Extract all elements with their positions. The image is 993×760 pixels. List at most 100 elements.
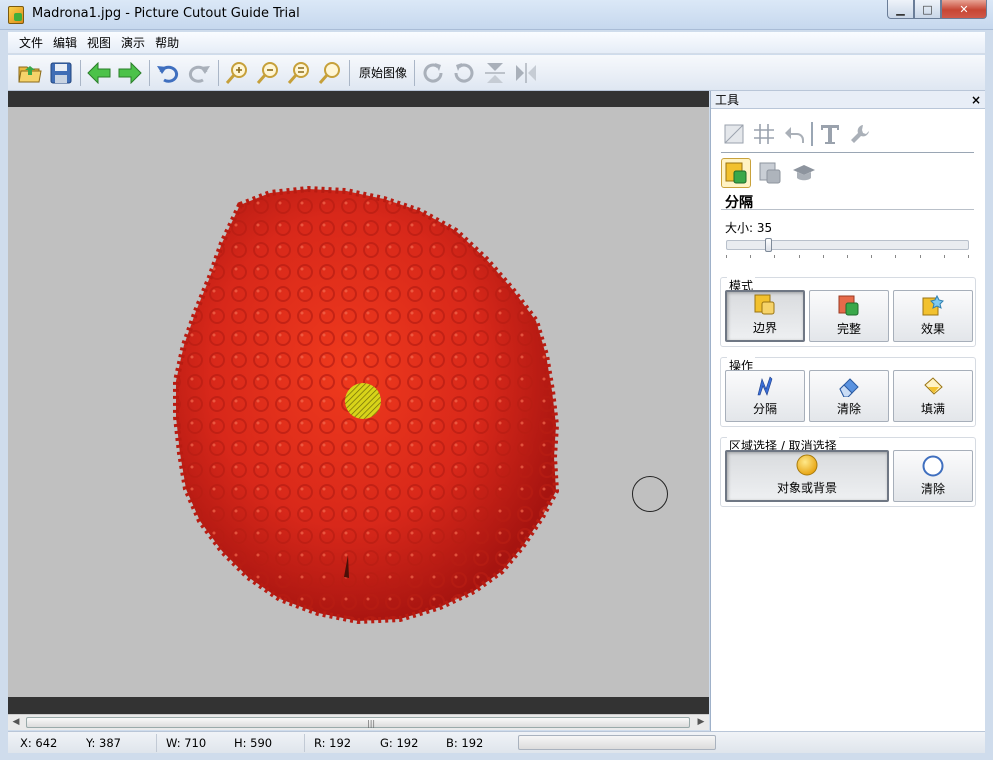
zoom-out-button[interactable] [254, 59, 282, 87]
open-folder-icon [18, 65, 42, 82]
status-x: X: 642 [20, 736, 58, 750]
clear-op-button[interactable]: 清除 [809, 370, 889, 422]
object-or-background-label: 对象或背景 [776, 481, 837, 495]
brush-mark [345, 383, 381, 419]
original-image-button[interactable]: 原始图像 [354, 64, 412, 81]
layers-icon [759, 162, 781, 184]
grid-tool[interactable] [751, 121, 777, 147]
maximize-button[interactable]: □ [914, 0, 941, 19]
rotate-right-button[interactable] [419, 59, 447, 87]
zoom-fit-button[interactable] [285, 59, 313, 87]
crop-tool[interactable] [721, 121, 747, 147]
brush-size-label: 大小: 35 [725, 221, 773, 235]
yellow-circle-icon [796, 454, 818, 476]
tools-panel: 工具 × 分隔 大小: 35 模式 边界 完整 效果 操作 分隔 清除 填满 区… [710, 91, 985, 731]
wrench-tool[interactable] [847, 121, 873, 147]
zoom-fit-icon [287, 61, 309, 84]
complete-button-label: 完整 [836, 322, 861, 336]
image-canvas[interactable] [8, 107, 709, 697]
section-divider [721, 209, 974, 210]
complete-button[interactable]: 完整 [809, 290, 889, 342]
graduation-cap-icon [793, 165, 815, 181]
close-button[interactable]: ✕ [941, 0, 987, 19]
grid-icon [754, 124, 774, 144]
text-tool[interactable] [817, 121, 843, 147]
panel-separator [811, 122, 813, 146]
border-icon [754, 294, 776, 316]
slider-thumb[interactable] [765, 238, 772, 252]
mode-group: 模式 边界 完整 效果 [720, 277, 976, 347]
object-or-background-button[interactable]: 对象或背景 [725, 450, 889, 502]
undo-arrow-icon [785, 127, 804, 143]
zoom-in-button[interactable] [223, 59, 251, 87]
zoom-actual-icon [318, 61, 340, 84]
window-title: Madrona1.jpg - Picture Cutout Guide Tria… [32, 6, 300, 21]
menu-edit[interactable]: 编辑 [48, 34, 82, 51]
clear-selection-button[interactable]: 清除 [893, 450, 973, 502]
horizontal-scrollbar[interactable]: ◀ ||| ▶ [8, 714, 709, 730]
canvas-frame [8, 91, 709, 714]
app-icon [8, 6, 24, 24]
grip-icon: ||| [367, 719, 376, 728]
progress-bar [518, 735, 716, 750]
fill-button[interactable]: 填满 [893, 370, 973, 422]
title-bar: Madrona1.jpg - Picture Cutout Guide Tria… [0, 0, 993, 30]
clear-selection-label: 清除 [920, 482, 945, 496]
minimize-button[interactable]: ▁ [887, 0, 914, 19]
menu-help[interactable]: 帮助 [150, 34, 184, 51]
border-button[interactable]: 边界 [725, 290, 805, 342]
scroll-right-icon[interactable]: ▶ [695, 717, 707, 729]
scroll-thumb[interactable]: ||| [26, 717, 690, 728]
panel-header: 工具 × [711, 91, 985, 109]
effect-button[interactable]: 效果 [893, 290, 973, 342]
separate-mode-tool[interactable] [721, 158, 751, 188]
status-separator [304, 734, 305, 752]
effect-icon [922, 295, 944, 317]
status-separator [156, 734, 157, 752]
clear-op-button-label: 清除 [836, 402, 861, 416]
panel-close-button[interactable]: × [971, 93, 981, 107]
panel-divider [721, 152, 974, 153]
flip-vertical-button[interactable] [481, 59, 509, 87]
wrench-icon [851, 125, 869, 143]
undo-icon [157, 65, 179, 83]
eraser-icon [838, 375, 860, 397]
status-bar: X: 642 Y: 387 W: 710 H: 590 R: 192 G: 19… [8, 731, 985, 753]
toolbar: 原始图像 [8, 55, 985, 91]
operation-group: 操作 分隔 清除 填满 [720, 357, 976, 427]
forward-button[interactable] [116, 59, 144, 87]
separate-button[interactable]: 分隔 [725, 370, 805, 422]
menu-view[interactable]: 视图 [82, 34, 116, 51]
undo-tool[interactable] [781, 121, 807, 147]
zoom-actual-button[interactable] [316, 59, 344, 87]
status-red: R: 192 [314, 736, 352, 750]
scroll-left-icon[interactable]: ◀ [10, 717, 22, 729]
redo-button[interactable] [185, 59, 213, 87]
separate-icon [725, 162, 747, 184]
status-height: H: 590 [234, 736, 273, 750]
selection-group: 区域选择 / 取消选择 对象或背景 清除 [720, 437, 976, 507]
flip-horizontal-button[interactable] [512, 59, 540, 87]
rotate-clockwise-icon [423, 62, 443, 82]
zoom-in-icon [225, 61, 247, 84]
toolbar-separator [149, 59, 150, 86]
save-button[interactable] [47, 59, 75, 87]
status-blue: B: 192 [446, 736, 484, 750]
tutorial-tool[interactable] [789, 158, 819, 188]
menu-demo[interactable]: 演示 [116, 34, 150, 51]
toolbar-separator [218, 59, 219, 86]
window-controls: ▁ □ ✕ [887, 0, 987, 19]
back-button[interactable] [85, 59, 113, 87]
menu-file[interactable]: 文件 [14, 34, 48, 51]
border-button-label: 边界 [752, 321, 777, 335]
rotate-counterclockwise-icon [454, 62, 474, 82]
panel-title: 工具 [715, 93, 740, 107]
rotate-left-button[interactable] [450, 59, 478, 87]
pen-icon [754, 375, 776, 397]
open-button[interactable] [16, 59, 44, 87]
flip-vertical-icon [485, 62, 506, 83]
status-green: G: 192 [380, 736, 419, 750]
brush-size-slider[interactable] [726, 240, 969, 250]
undo-button[interactable] [154, 59, 182, 87]
layer-mode-tool[interactable] [755, 158, 785, 188]
